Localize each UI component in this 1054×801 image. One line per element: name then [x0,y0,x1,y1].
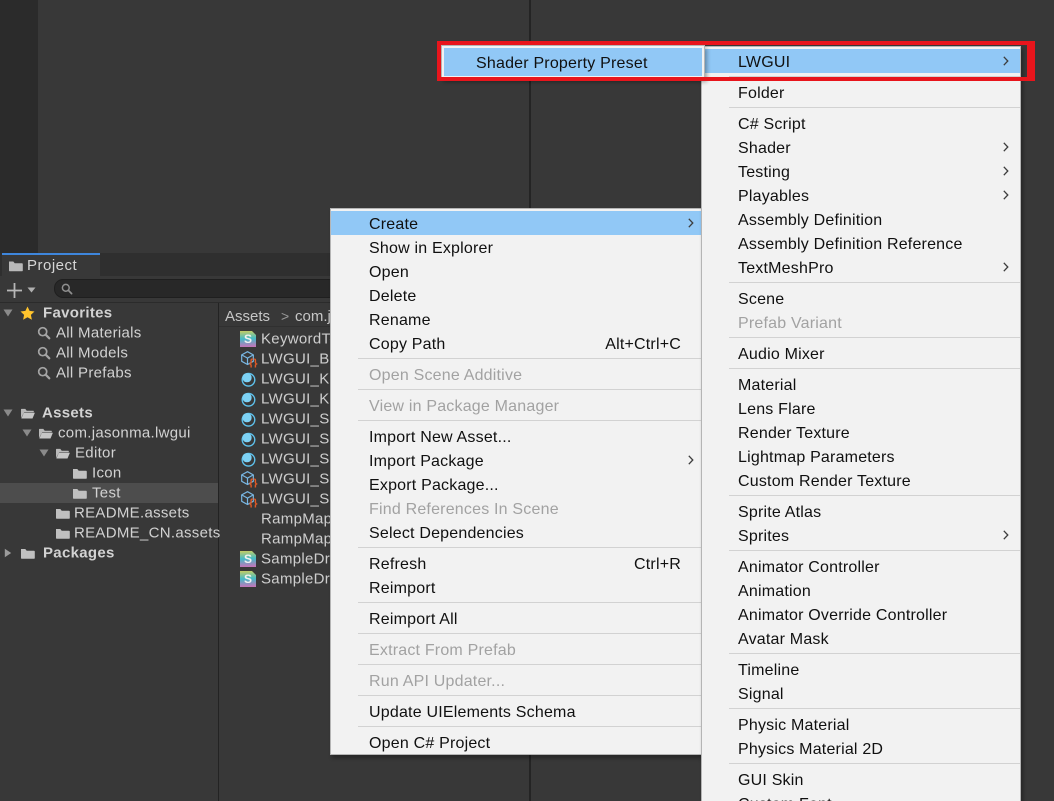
svg-text:{}: {} [249,498,258,508]
svg-text:{}: {} [249,358,258,368]
svg-text:{}: {} [249,478,258,488]
